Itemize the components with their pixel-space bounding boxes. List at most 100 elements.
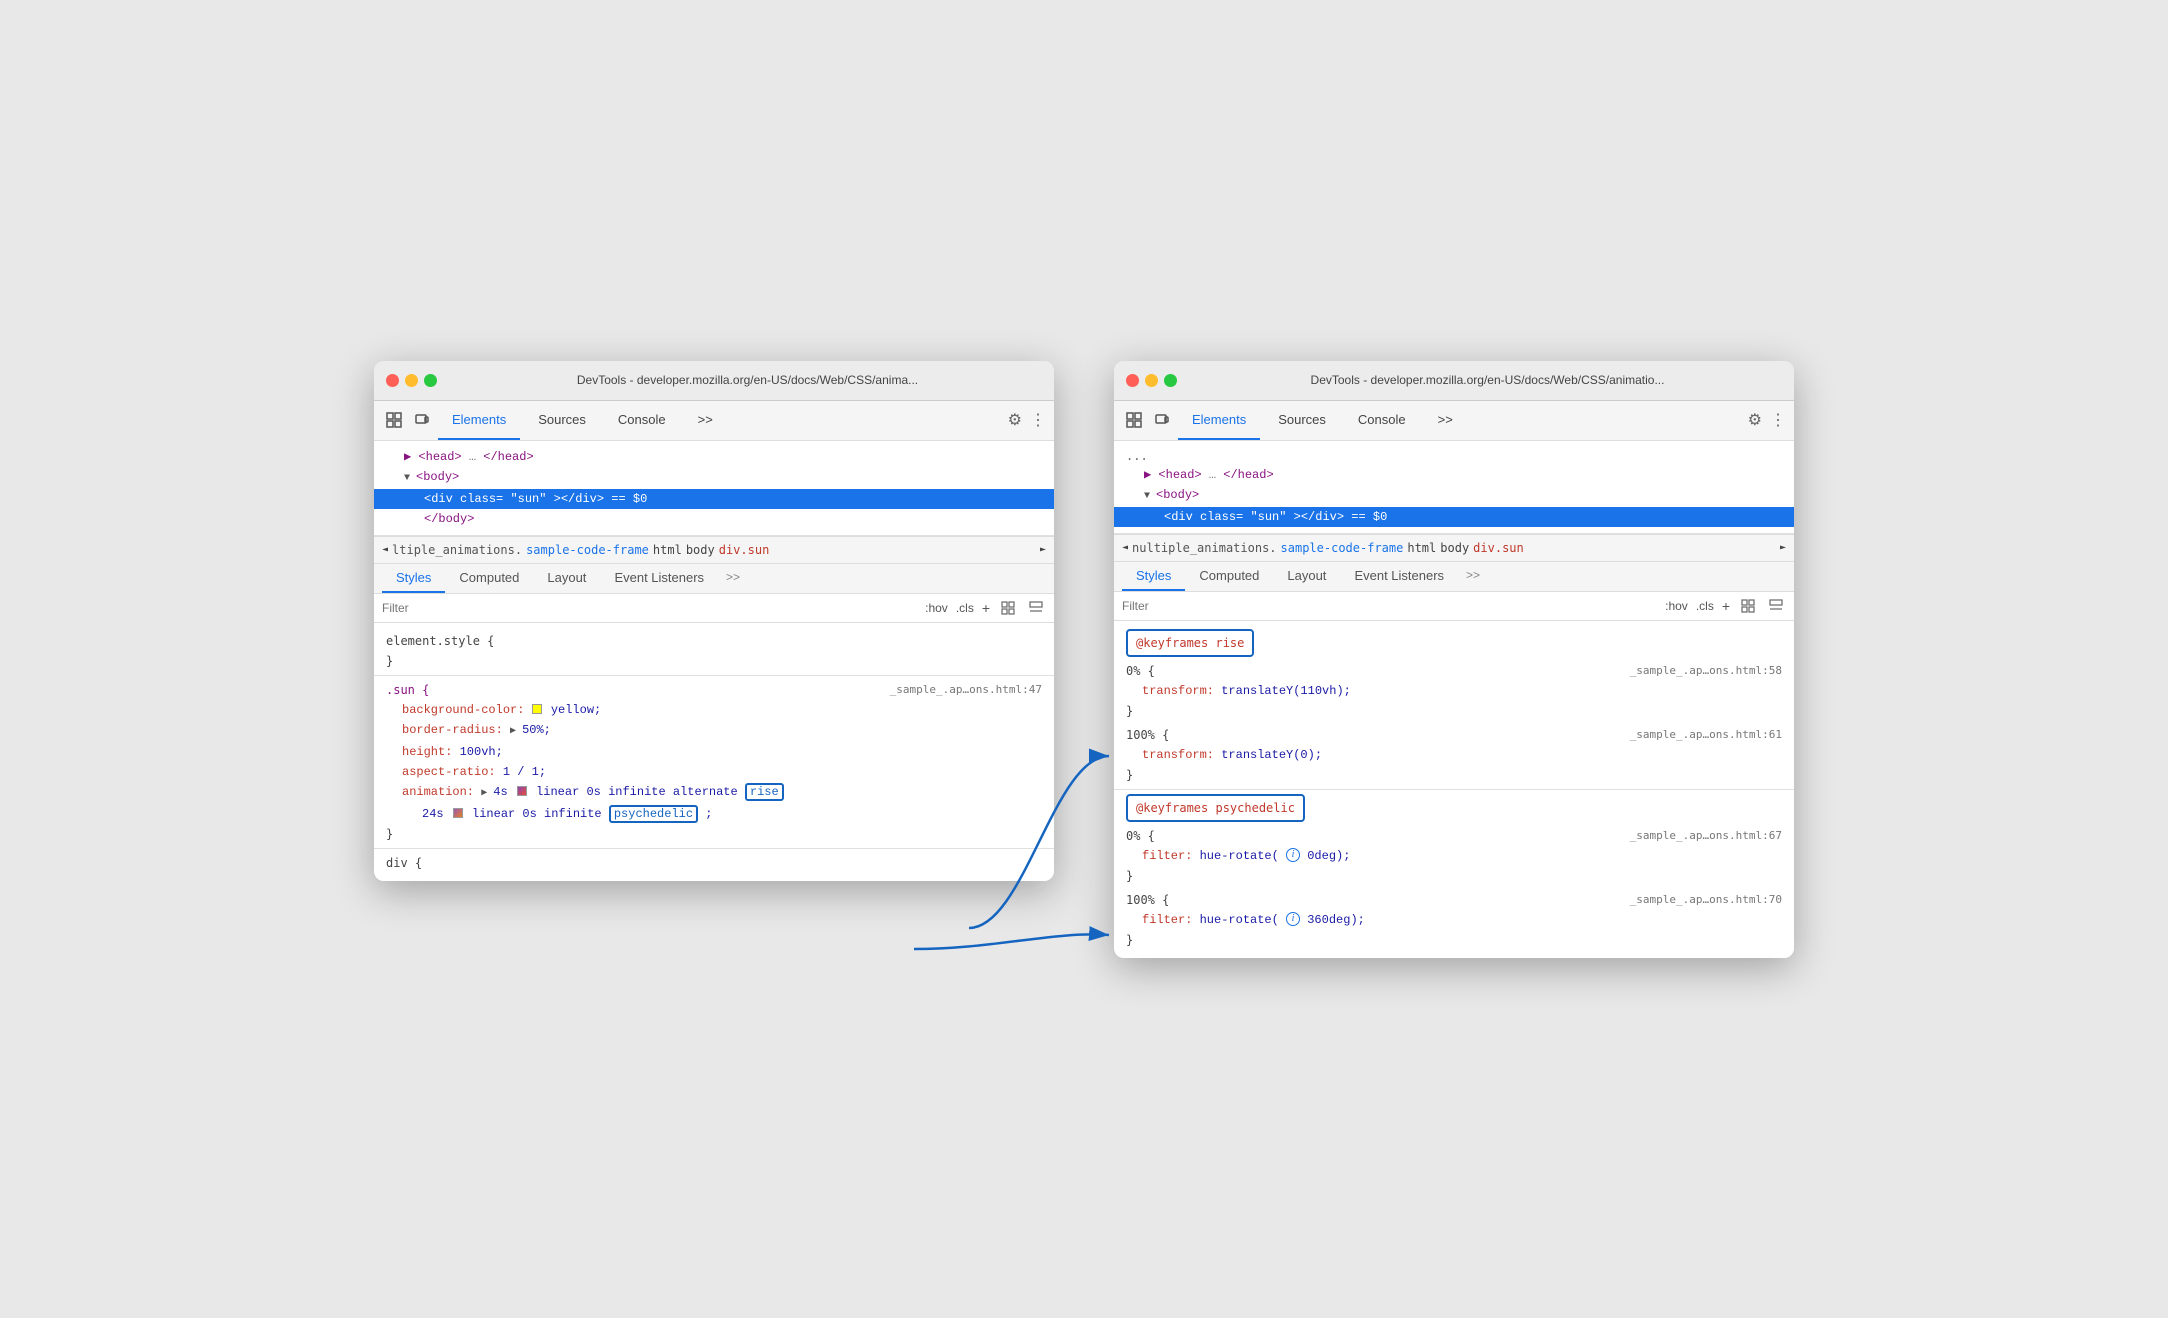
add-style-button-left[interactable]: + [982,600,990,616]
breadcrumb-forward-icon-right[interactable]: ► [1780,542,1786,553]
sun-style-rule: .sun { _sample_.ap…ons.html:47 backgroun… [374,676,1054,848]
element-style-rule: element.style { } [374,627,1054,675]
devtools-window-right: DevTools - developer.mozilla.org/en-US/d… [1114,361,1794,958]
inspector-icon-right[interactable] [1122,408,1146,432]
psychedelic-0-filter: filter: hue-rotate( i 0deg); [1126,846,1782,866]
tab-layout-right[interactable]: Layout [1273,562,1340,591]
minimize-button[interactable] [405,374,418,387]
toolbar-right: Elements Sources Console >> ⚙ ⋮ [1114,401,1794,441]
tab-more-right[interactable]: >> [1424,400,1467,440]
tab-event-listeners-right[interactable]: Event Listeners [1340,562,1458,591]
breadcrumb-left: ◄ ltiple_animations. sample-code-frame h… [374,536,1054,564]
animation-swatch-2 [453,808,463,818]
prop-animation-rise: animation: ▶ 4s linear 0s infinite alter… [386,782,1042,804]
keyframe-rise-label: @keyframes rise [1126,629,1254,657]
dom-dots: ... [1114,447,1794,465]
filter-input-left[interactable] [382,601,917,615]
tab-more-left[interactable]: >> [684,400,727,440]
keyframe-psychedelic-label: @keyframes psychedelic [1126,794,1305,822]
tab-console-right[interactable]: Console [1344,400,1420,440]
close-button[interactable] [386,374,399,387]
breadcrumb-back-icon-right[interactable]: ◄ [1122,542,1128,553]
dom-div-sun-right[interactable]: <div class= "sun" ></div> == $0 [1114,507,1794,527]
filter-bar-left: :hov .cls + [374,594,1054,623]
div-style-rule: div { [374,849,1054,877]
hov-button-right[interactable]: :hov [1665,599,1688,613]
hov-button-left[interactable]: :hov [925,601,948,615]
prop-height: height: 100vh; [386,742,1042,762]
dom-div-sun[interactable]: <div class= "sun" ></div> == $0 [374,489,1054,509]
keyframes-psychedelic-rule: @keyframes psychedelic 0% { _sample_.ap…… [1114,790,1794,954]
prop-animation-psychedelic: 24s linear 0s infinite psychedelic ; [386,804,1042,824]
prop-aspect-ratio: aspect-ratio: 1 / 1; [386,762,1042,782]
tab-styles-right[interactable]: Styles [1122,562,1185,591]
filter-bar-right: :hov .cls + [1114,592,1794,621]
dom-panel-left: ▶ <head> … </head> ▼ <body> <div class= … [374,441,1054,536]
toolbar-left: Elements Sources Console >> ⚙ ⋮ [374,401,1054,441]
tab-styles-left[interactable]: Styles [382,564,445,593]
tab-computed-right[interactable]: Computed [1185,562,1273,591]
rise-100-transform: transform: translateY(0); [1126,745,1782,765]
tab-elements-left[interactable]: Elements [438,400,520,440]
settings-icon-right[interactable]: ⚙ [1748,410,1762,430]
more-options-icon-right[interactable]: ⋮ [1770,410,1786,430]
cls-button-right[interactable]: .cls [1696,599,1714,613]
settings-icon[interactable]: ⚙ [1008,410,1022,430]
styles-panel-left: element.style { } .sun { _sample_.ap…ons… [374,623,1054,881]
devtools-window-left: DevTools - developer.mozilla.org/en-US/d… [374,361,1054,881]
cls-button-left[interactable]: .cls [956,601,974,615]
dom-body-open-right[interactable]: ▼ <body> [1114,485,1794,507]
tab-console-left[interactable]: Console [604,400,680,440]
maximize-button[interactable] [424,374,437,387]
close-button-right[interactable] [1126,374,1139,387]
layout-icon-left[interactable] [998,598,1018,618]
inspector-icon[interactable] [382,408,406,432]
filter-input-right[interactable] [1122,599,1657,613]
prop-background-color: background-color: yellow; [386,700,1042,720]
arrow-psychedelic [914,934,1109,949]
tab-computed-left[interactable]: Computed [445,564,533,593]
dom-body-open[interactable]: ▼ <body> [374,467,1054,489]
rise-0-transform: transform: translateY(110vh); [1126,681,1782,701]
info-icon-0: i [1286,848,1300,862]
prop-border-radius: border-radius: ▶ 50%; [386,720,1042,742]
animation-swatch-1 [517,786,527,796]
dom-head-line[interactable]: ▶ <head> … </head> [374,447,1054,467]
add-style-button-right[interactable]: + [1722,598,1730,614]
minimize-button-right[interactable] [1145,374,1158,387]
window-title-right: DevTools - developer.mozilla.org/en-US/d… [1193,373,1782,387]
window-title-left: DevTools - developer.mozilla.org/en-US/d… [453,373,1042,387]
tab-more-styles-right[interactable]: >> [1458,562,1488,591]
device-icon-right[interactable] [1150,408,1174,432]
styles-tabs-right: Styles Computed Layout Event Listeners >… [1114,562,1794,592]
breadcrumb-right: ◄ nultiple_animations. sample-code-frame… [1114,534,1794,562]
keyframes-rise-rule: @keyframes rise 0% { _sample_.ap…ons.htm… [1114,625,1794,789]
info-icon-360: i [1286,912,1300,926]
color-swatch-yellow [532,704,542,714]
breadcrumb-forward-icon[interactable]: ► [1040,544,1046,555]
tab-sources-right[interactable]: Sources [1264,400,1340,440]
tab-layout-left[interactable]: Layout [533,564,600,593]
tab-elements-right[interactable]: Elements [1178,400,1260,440]
psychedelic-100-filter: filter: hue-rotate( i 360deg); [1126,910,1782,930]
traffic-lights-left [386,374,437,387]
collapse-icon-left[interactable] [1026,598,1046,618]
titlebar-right: DevTools - developer.mozilla.org/en-US/d… [1114,361,1794,401]
rise-keyword: rise [745,783,784,801]
dom-body-close[interactable]: </body> [374,509,1054,529]
more-options-icon[interactable]: ⋮ [1030,410,1046,430]
styles-tabs-left: Styles Computed Layout Event Listeners >… [374,564,1054,594]
collapse-icon-right[interactable] [1766,596,1786,616]
device-icon[interactable] [410,408,434,432]
tab-event-listeners-left[interactable]: Event Listeners [600,564,718,593]
dom-panel-right: ... ▶ <head> … </head> ▼ <body> <div cla… [1114,441,1794,534]
dom-head-line-right[interactable]: ▶ <head> … </head> [1114,465,1794,485]
tab-sources-left[interactable]: Sources [524,400,600,440]
layout-icon-right[interactable] [1738,596,1758,616]
maximize-button-right[interactable] [1164,374,1177,387]
psychedelic-keyword: psychedelic [609,805,698,823]
traffic-lights-right [1126,374,1177,387]
tab-more-styles-left[interactable]: >> [718,564,748,593]
breadcrumb-back-icon[interactable]: ◄ [382,544,388,555]
keyframes-panel-right: @keyframes rise 0% { _sample_.ap…ons.htm… [1114,621,1794,958]
